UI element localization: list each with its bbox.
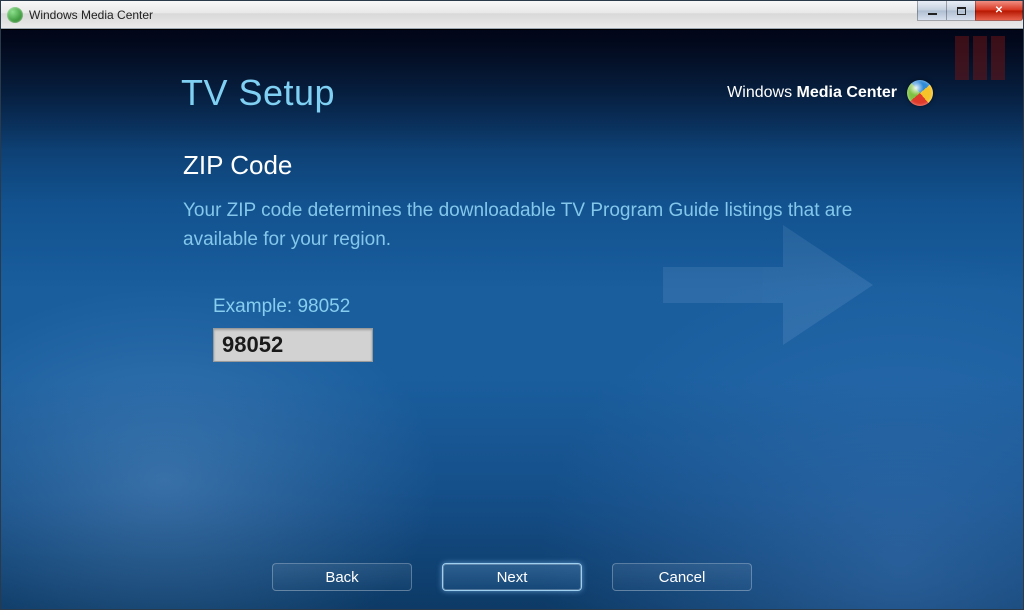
minimize-icon xyxy=(928,13,937,15)
window-title: Windows Media Center xyxy=(29,8,153,22)
decor-stripes xyxy=(955,36,1005,80)
close-icon: ✕ xyxy=(995,5,1003,16)
back-button[interactable]: Back xyxy=(272,563,412,591)
titlebar[interactable]: Windows Media Center ✕ xyxy=(1,1,1023,29)
app-window: Windows Media Center ✕ TV Setup Windows … xyxy=(0,0,1024,610)
maximize-button[interactable] xyxy=(946,1,976,21)
window-controls: ✕ xyxy=(918,1,1023,21)
brand-orb-icon xyxy=(907,80,933,106)
brand-text: Windows Media Center xyxy=(727,84,897,102)
section-description: Your ZIP code determines the downloadabl… xyxy=(183,197,883,254)
page-title: TV Setup xyxy=(181,72,335,114)
header-row: TV Setup Windows Media Center xyxy=(181,72,933,114)
next-button[interactable]: Next xyxy=(442,563,582,591)
client-area: TV Setup Windows Media Center ZIP Code Y… xyxy=(1,29,1023,609)
zip-code-input[interactable] xyxy=(213,328,373,362)
maximize-icon xyxy=(957,7,966,15)
content: ZIP Code Your ZIP code determines the do… xyxy=(183,150,913,362)
example-block: Example: 98052 xyxy=(213,296,913,362)
app-icon xyxy=(7,7,23,23)
cancel-button[interactable]: Cancel xyxy=(612,563,752,591)
example-label: Example: 98052 xyxy=(213,296,913,318)
section-title: ZIP Code xyxy=(183,150,913,181)
close-button[interactable]: ✕ xyxy=(975,1,1023,21)
minimize-button[interactable] xyxy=(917,1,947,21)
brand: Windows Media Center xyxy=(727,80,933,106)
footer-buttons: Back Next Cancel xyxy=(1,563,1023,591)
